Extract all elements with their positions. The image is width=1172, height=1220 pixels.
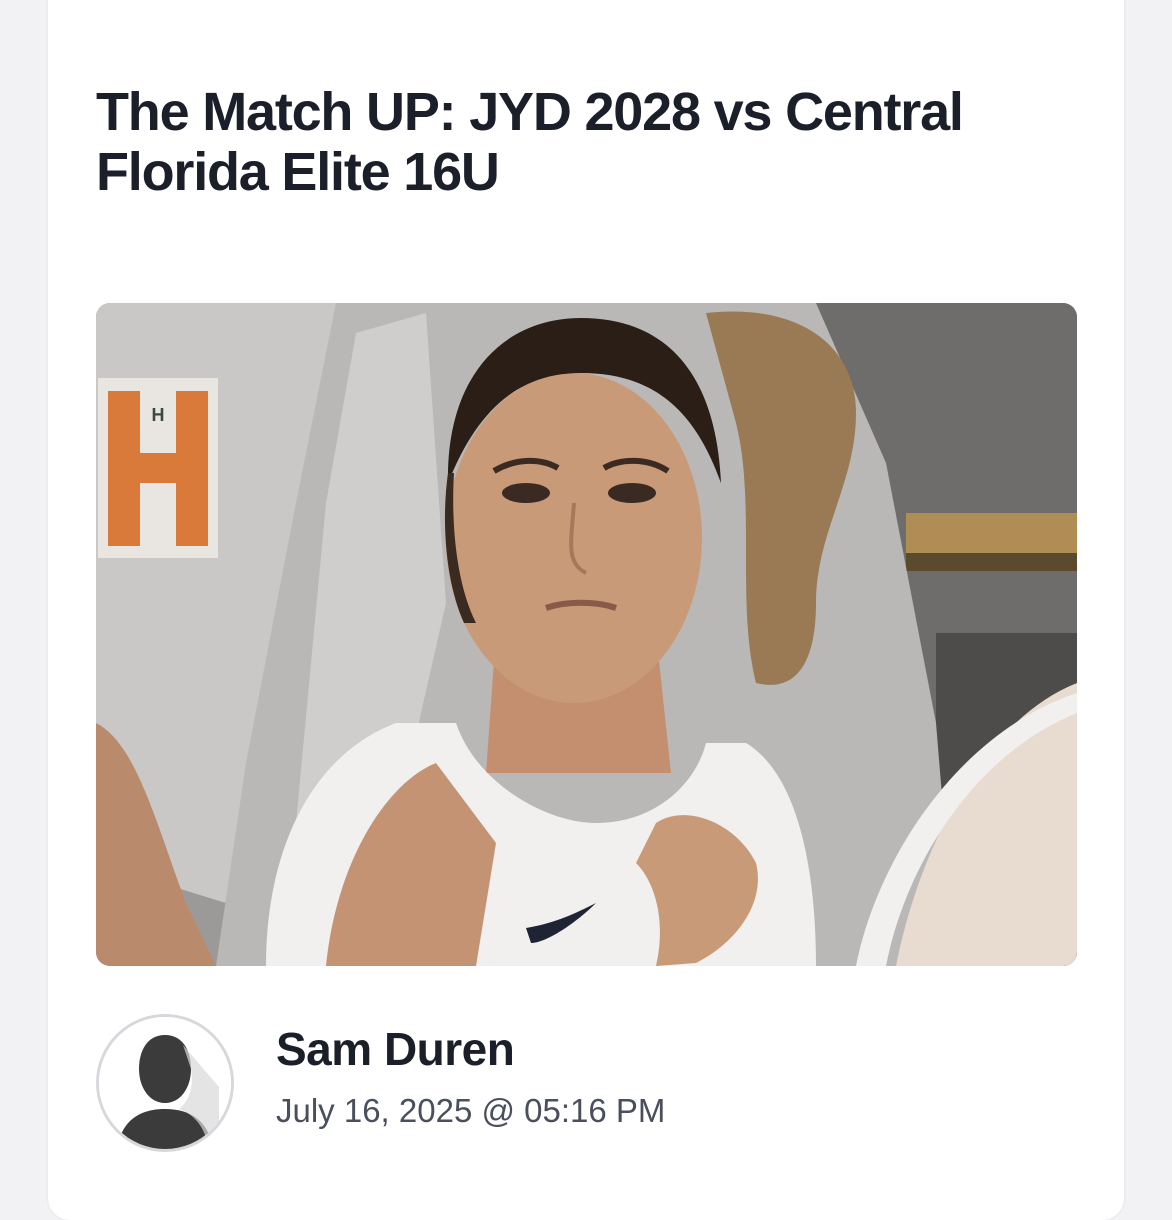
author-name[interactable]: Sam Duren <box>276 1022 515 1076</box>
publish-date: July 16, 2025 @ 05:16 PM <box>276 1092 666 1129</box>
player-photo-illustration: H <box>96 303 1077 966</box>
article-title[interactable]: The Match UP: JYD 2028 vs Central Florid… <box>96 82 1086 202</box>
h-letter-logo: H <box>98 378 218 558</box>
default-user-silhouette-icon <box>99 1017 231 1149</box>
article-featured-image[interactable]: H <box>96 303 1077 966</box>
article-card: The Match UP: JYD 2028 vs Central Florid… <box>48 0 1124 1220</box>
author-byline: Sam Duren July 16, 2025 @ 05:16 PM <box>96 1014 1086 1154</box>
author-avatar[interactable] <box>96 1014 234 1152</box>
svg-text:H: H <box>152 405 165 425</box>
